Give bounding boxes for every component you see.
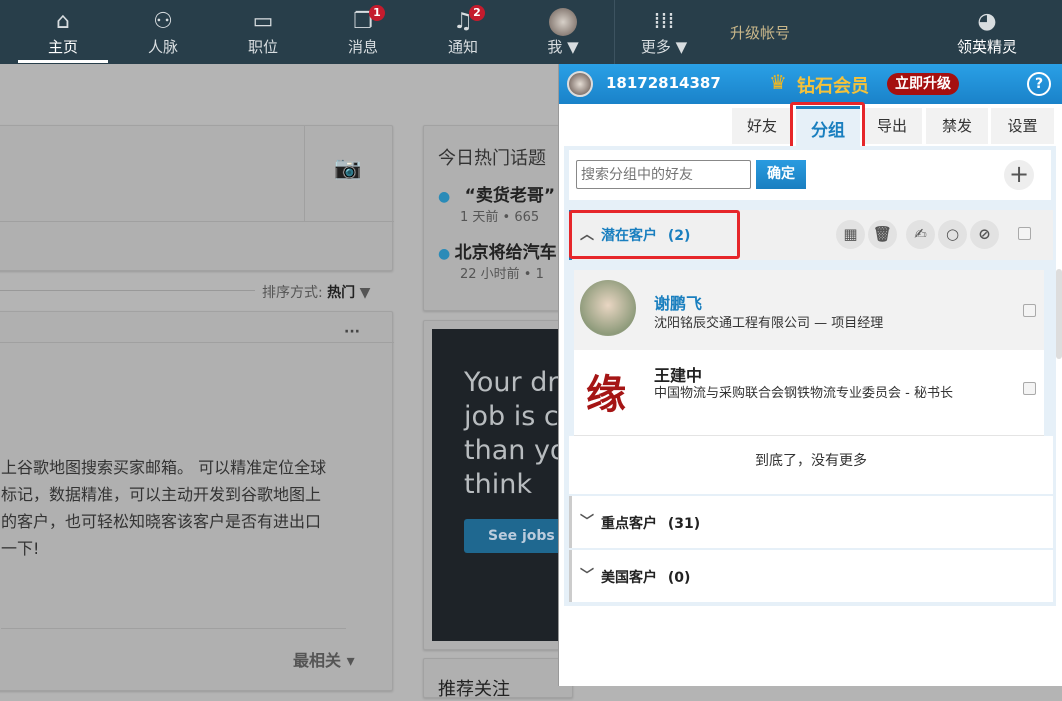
group-header-key[interactable]: ﹀ 重点客户 (31): [569, 496, 1053, 548]
nav-messages[interactable]: ❐1 消息: [323, 8, 403, 57]
panel-header: 18172814387 ♛ 钻石会员 立即升级 ?: [559, 64, 1062, 104]
message-icon: ❐1: [323, 8, 403, 36]
briefcase-icon: ▭: [223, 8, 303, 36]
sort-label: 排序方式:: [262, 285, 323, 301]
contact-item[interactable]: 缘 王建中 中国物流与采购联合会钢铁物流专业委员会 - 秘书长: [574, 350, 1044, 436]
app-logo-icon: ◕: [947, 8, 1027, 36]
nav-network[interactable]: ⚇ 人脉: [123, 8, 203, 57]
job-ad[interactable]: Your drejob is clthan yothink See jobs: [423, 320, 573, 650]
contact-checkbox[interactable]: [1023, 382, 1036, 395]
post-line: 上谷歌地图搜索买家邮箱。 可以精准定位全球: [1, 454, 326, 481]
post-line: 一下!: [1, 535, 326, 562]
phone-number: 18172814387: [606, 74, 721, 92]
trash-icon[interactable]: 🗑: [868, 220, 897, 249]
nav-label: 领英精灵: [957, 38, 1017, 56]
nav-home[interactable]: ⌂ 主页: [23, 8, 103, 57]
upgrade-now-button[interactable]: 立即升级: [887, 73, 959, 95]
topic-item[interactable]: ● 北京将给汽车22 小时前 • 1: [438, 238, 557, 282]
user-avatar: [567, 71, 593, 97]
scrollbar[interactable]: [1056, 269, 1062, 359]
extension-panel: 18172814387 ♛ 钻石会员 立即升级 ? 好友 分组 导出 禁发 设置…: [558, 64, 1062, 686]
trending-card: 今日热门话题 ● “卖货老哥”1 天前 • 665 ● 北京将给汽车22 小时前…: [423, 125, 573, 311]
upgrade-account-link[interactable]: 升级帐号: [730, 22, 790, 43]
contact-checkbox[interactable]: [1023, 304, 1036, 317]
share-box: 📷: [0, 125, 393, 271]
contact-description: 中国物流与采购联合会钢铁物流专业委员会 - 秘书长: [654, 384, 989, 404]
recommend-card: 推荐关注: [423, 658, 573, 698]
comment-sort-label: 最相关: [293, 651, 341, 670]
see-jobs-button[interactable]: See jobs: [464, 519, 564, 553]
nav-label: 更多 ▼: [641, 38, 687, 56]
nav-label: 我 ▼: [547, 38, 578, 56]
group-header-us[interactable]: ﹀ 美国客户 (0): [569, 550, 1053, 602]
group-name: 美国客户 (0): [601, 567, 690, 587]
confirm-button[interactable]: 确定: [756, 160, 806, 189]
help-icon[interactable]: ?: [1027, 72, 1051, 96]
topic-meta: 22 小时前 • 1: [460, 263, 557, 282]
sort-value: 热门: [327, 285, 355, 301]
nav-notifications[interactable]: ♫2 通知: [423, 8, 503, 57]
nav-label: 职位: [248, 38, 278, 56]
topic-title: “卖货老哥”: [465, 186, 555, 206]
chevron-down-icon: ﹀: [580, 511, 594, 531]
post-line: 的客户，也可轻松知晓客该客户是否有进出口: [1, 508, 326, 535]
badge: 2: [469, 5, 485, 21]
nav-label: 主页: [48, 38, 78, 56]
block-icon[interactable]: ⊘: [970, 220, 999, 249]
people-icon: ⚇: [123, 8, 203, 36]
feed-post: ··· 上谷歌地图搜索买家邮箱。 可以精准定位全球标记，数据精准，可以主动开发到…: [0, 311, 393, 691]
group-name: 重点客户 (31): [601, 513, 700, 533]
nav-me[interactable]: 我 ▼: [523, 8, 603, 57]
topic-meta: 1 天前 • 665: [460, 206, 555, 225]
add-group-icon[interactable]: +: [1004, 160, 1034, 190]
contact-item[interactable]: 谢鹏飞 沈阳铭辰交通工程有限公司 — 项目经理: [574, 270, 1044, 350]
tab-blocked[interactable]: 禁发: [926, 108, 988, 144]
contact-name[interactable]: 谢鹏飞: [654, 290, 702, 314]
contact-avatar: [580, 280, 636, 336]
tab-export[interactable]: 导出: [862, 108, 922, 144]
broom-icon[interactable]: ✍: [906, 220, 935, 249]
nav-label: 人脉: [148, 38, 178, 56]
tab-friends[interactable]: 好友: [732, 108, 792, 144]
recommend-title: 推荐关注: [438, 675, 510, 701]
grid-view-icon[interactable]: ▦: [836, 220, 865, 249]
topic-item[interactable]: ● “卖货老哥”1 天前 • 665: [438, 181, 555, 225]
post-text: 上谷歌地图搜索买家邮箱。 可以精准定位全球标记，数据精准，可以主动开发到谷歌地图…: [1, 454, 326, 562]
trending-title: 今日热门话题: [438, 144, 546, 170]
highlight-box: [569, 210, 740, 259]
comment-icon[interactable]: ○: [938, 220, 967, 249]
post-line: 标记，数据精准，可以主动开发到谷歌地图上: [1, 481, 326, 508]
nav-label: 消息: [348, 38, 378, 56]
more-options-icon[interactable]: ···: [344, 324, 360, 340]
nav-label: 通知: [448, 38, 478, 56]
badge: 1: [369, 5, 385, 21]
comment-sort[interactable]: 最相关 ▾: [293, 647, 355, 671]
home-icon: ⌂: [23, 8, 103, 36]
end-of-list: 到底了，没有更多: [569, 436, 1053, 494]
bell-icon: ♫2: [423, 8, 503, 36]
sort-selector[interactable]: 排序方式: 热门 ▼: [262, 282, 370, 302]
camera-icon[interactable]: 📷: [334, 156, 361, 181]
nav-more[interactable]: ⁞⁞⁞ 更多 ▼: [624, 8, 704, 57]
contact-description: 沈阳铭辰交通工程有限公司 — 项目经理: [654, 312, 883, 331]
nav-jobs[interactable]: ▭ 职位: [223, 8, 303, 57]
top-nav: ⌂ 主页 ⚇ 人脉 ▭ 职位 ❐1 消息 ♫2 通知 我 ▼ ⁞⁞⁞ 更多 ▼ 升级帐号 ◕…: [0, 0, 1062, 64]
avatar: [549, 8, 577, 36]
group-checkbox[interactable]: [1018, 227, 1031, 240]
ad-text: Your drejob is clthan yothink: [464, 366, 573, 502]
contact-logo: 缘: [586, 362, 626, 420]
grid-icon: ⁞⁞⁞: [624, 8, 704, 36]
member-level: 钻石会员: [797, 72, 869, 98]
tab-settings[interactable]: 设置: [991, 108, 1054, 144]
contact-name[interactable]: 王建中: [654, 362, 702, 386]
crown-icon: ♛: [769, 70, 787, 94]
nav-app[interactable]: ◕ 领英精灵: [947, 8, 1027, 57]
topic-title: 北京将给汽车: [455, 243, 557, 263]
chevron-down-icon: ﹀: [580, 565, 594, 585]
group-search-input[interactable]: [576, 160, 751, 189]
